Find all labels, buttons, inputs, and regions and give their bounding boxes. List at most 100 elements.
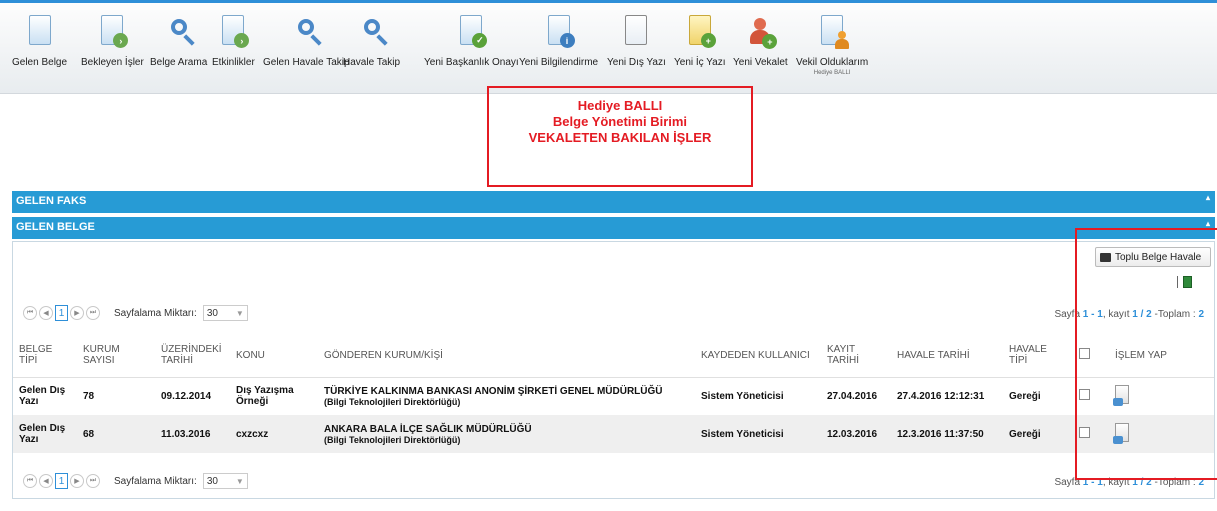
document-info-icon: i xyxy=(542,7,576,53)
notice-user: Hediye BALLI xyxy=(577,98,663,113)
document-add-icon: + xyxy=(683,7,717,53)
cell-belge-tipi: Gelen Dış Yazı xyxy=(13,415,77,453)
col-kayit-tarihi[interactable]: KAYIT TARİHİ xyxy=(821,334,891,378)
cell-select[interactable] xyxy=(1073,377,1109,415)
cell-kayit-tarihi: 12.03.2016 xyxy=(821,415,891,453)
prev-page-icon[interactable]: ◀ xyxy=(39,306,53,320)
page-size-label: Sayfalama Miktarı: xyxy=(114,307,197,319)
row-checkbox[interactable] xyxy=(1079,389,1090,401)
document-approve-icon: ✓ xyxy=(454,7,488,53)
page-number[interactable]: 1 xyxy=(55,305,68,321)
bekleyen-isler-button[interactable]: › Bekleyen İşler xyxy=(81,7,144,91)
notice-box: Hediye BALLI Belge Yönetimi Birimi VEKAL… xyxy=(487,86,753,187)
first-page-icon[interactable]: ⏮ xyxy=(23,306,37,320)
document-icon xyxy=(23,7,57,53)
col-havale-tarihi[interactable]: HAVALE TARİHİ xyxy=(891,334,1003,378)
yeni-baskanlik-onayi-button[interactable]: ✓ Yeni Başkanlık Onayı xyxy=(424,7,519,91)
vekil-olduklarim-button[interactable]: Vekil Olduklarım Hediye BALLI xyxy=(796,7,868,91)
etkinlikler-label: Etkinlikler xyxy=(212,57,255,68)
chevron-down-icon: ▼ xyxy=(235,476,244,486)
next-page-icon[interactable]: ▶ xyxy=(70,474,84,488)
prev-page-icon[interactable]: ◀ xyxy=(39,474,53,488)
page-size-select[interactable]: 30 ▼ xyxy=(202,473,248,489)
col-havale-tipi[interactable]: HAVALE TİPİ xyxy=(1003,334,1073,378)
toplu-belge-havale-button[interactable]: Toplu Belge Havale xyxy=(1095,247,1211,267)
row-checkbox[interactable] xyxy=(1079,427,1090,438)
col-islem: İŞLEM YAP xyxy=(1109,334,1214,378)
cell-kaydeden: Sistem Yöneticisi xyxy=(701,390,784,402)
col-kurum-sayisi[interactable]: KURUM SAYISI xyxy=(77,334,155,378)
document-list-icon xyxy=(619,7,653,53)
gonderen-name: TÜRKİYE KALKINMA BANKASI ANONİM ŞİRKETİ … xyxy=(324,385,663,397)
vekil-olduklarim-sub: Hediye BALLI xyxy=(813,70,851,76)
etkinlikler-button[interactable]: › Etkinlikler xyxy=(212,7,255,91)
last-page-icon[interactable]: ⏭ xyxy=(86,474,100,488)
gonderen-sub: (Bilgi Teknolojileri Direktörlüğü) xyxy=(324,396,461,407)
excel-export-icon[interactable] xyxy=(1183,276,1192,288)
yeni-ic-yazi-button[interactable]: + Yeni İç Yazı xyxy=(674,7,726,91)
yeni-ic-yazi-label: Yeni İç Yazı xyxy=(674,57,726,68)
notice-unit: Belge Yönetimi Birimi xyxy=(552,114,688,129)
cell-select[interactable] xyxy=(1073,415,1109,453)
first-page-icon[interactable]: ⏮ xyxy=(23,474,37,488)
gelen-belge-panel-header[interactable]: GELEN BELGE ▴ xyxy=(12,217,1215,239)
edit-document-icon[interactable] xyxy=(1113,423,1129,444)
collapse-icon[interactable]: ▴ xyxy=(1206,193,1210,202)
documents-table: BELGE TİPİ KURUM SAYISI ÜZERİNDEKİ TARİH… xyxy=(13,334,1214,453)
gonderen-sub: (Bilgi Teknolojileri Direktörlüğü) xyxy=(324,434,461,445)
yeni-vekalet-button[interactable]: + Yeni Vekalet xyxy=(733,7,788,91)
belge-arama-label: Belge Arama xyxy=(150,57,208,68)
bekleyen-isler-label: Bekleyen İşler xyxy=(81,57,144,68)
col-select-all[interactable] xyxy=(1073,334,1109,378)
page-number[interactable]: 1 xyxy=(55,473,68,489)
search-icon xyxy=(289,7,323,53)
page-size-value: 30 xyxy=(206,475,218,487)
cell-islem[interactable] xyxy=(1109,377,1214,415)
document-pending-icon: › xyxy=(95,7,129,53)
cell-islem[interactable] xyxy=(1109,415,1214,453)
cell-gonderen: ANKARA BALA İLÇE SAĞLIK MÜDÜRLÜĞÜ (Bilgi … xyxy=(318,415,695,453)
pager-bottom: ⏮ ◀ 1 ▶ ⏭ Sayfalama Miktarı: 30 ▼ xyxy=(23,472,248,490)
cell-kurum-sayisi: 78 xyxy=(83,390,95,402)
edit-document-icon[interactable] xyxy=(1113,385,1129,407)
col-kaydeden[interactable]: KAYDEDEN KULLANICI xyxy=(695,334,821,378)
cell-konu: cxzcxz xyxy=(230,415,318,453)
gelen-havale-takip-button[interactable]: Gelen Havale Takip xyxy=(263,7,350,91)
table-row[interactable]: Gelen Dış Yazı 78 09.12.2014 Dış Yazışma… xyxy=(13,377,1214,415)
col-uzerindeki-tarihi[interactable]: ÜZERİNDEKİ TARİHİ xyxy=(155,334,230,378)
havale-takip-button[interactable]: Havale Takip xyxy=(343,7,400,91)
col-belge-tipi[interactable]: BELGE TİPİ xyxy=(13,334,77,378)
page-size-label: Sayfalama Miktarı: xyxy=(114,475,197,487)
cell-havale-tarihi: 27.4.2016 12:12:31 xyxy=(897,390,985,402)
belge-arama-button[interactable]: Belge Arama xyxy=(150,7,207,91)
gelen-belge-button[interactable]: Gelen Belge xyxy=(12,7,67,91)
cell-belge-tipi: Gelen Dış Yazı xyxy=(19,385,66,408)
toplu-belge-havale-label: Toplu Belge Havale xyxy=(1115,251,1202,263)
chevron-down-icon: ▼ xyxy=(235,308,244,318)
user-add-icon: + xyxy=(743,7,778,53)
separator xyxy=(1177,276,1178,288)
cell-uzerindeki-tarihi: 11.03.2016 xyxy=(155,415,230,453)
gelen-belge-title: GELEN BELGE xyxy=(16,221,95,233)
pager-info-top: Sayfa 1 - 1, kayıt 1 / 2 -Toplam : 2 xyxy=(1054,309,1204,320)
last-page-icon[interactable]: ⏭ xyxy=(86,306,100,320)
cell-kurum-sayisi: 68 xyxy=(77,415,155,453)
cell-havale-tarihi: 12.3.2016 11:37:50 xyxy=(891,415,1003,453)
yeni-dis-yazi-button[interactable]: Yeni Dış Yazı xyxy=(607,7,666,91)
collapse-icon[interactable]: ▴ xyxy=(1206,219,1210,228)
cell-uzerindeki-tarihi: 09.12.2014 xyxy=(161,390,212,402)
table-row[interactable]: Gelen Dış Yazı 68 11.03.2016 cxzcxz ANKA… xyxy=(13,415,1214,453)
gelen-havale-takip-label: Gelen Havale Takip xyxy=(263,57,350,68)
col-gonderen[interactable]: GÖNDEREN KURUM/KİŞİ xyxy=(318,334,695,378)
cart-icon xyxy=(1100,252,1111,262)
cell-havale-tipi: Gereği xyxy=(1009,390,1041,402)
gelen-faks-panel-header[interactable]: GELEN FAKS ▴ xyxy=(12,191,1215,213)
page-size-select[interactable]: 30 ▼ xyxy=(202,305,248,321)
yeni-baskanlik-onayi-label: Yeni Başkanlık Onayı xyxy=(424,57,519,68)
select-all-checkbox[interactable] xyxy=(1079,348,1090,360)
gelen-belge-panel: ⏮ ◀ 1 ▶ ⏭ Sayfalama Miktarı: 30 ▼ Sayfa 1… xyxy=(12,241,1215,499)
cell-gonderen: TÜRKİYE KALKINMA BANKASI ANONİM ŞİRKETİ … xyxy=(318,377,695,415)
next-page-icon[interactable]: ▶ xyxy=(70,306,84,320)
yeni-bilgilendirme-button[interactable]: i Yeni Bilgilendirme xyxy=(519,7,598,91)
col-konu[interactable]: KONU xyxy=(230,334,318,378)
